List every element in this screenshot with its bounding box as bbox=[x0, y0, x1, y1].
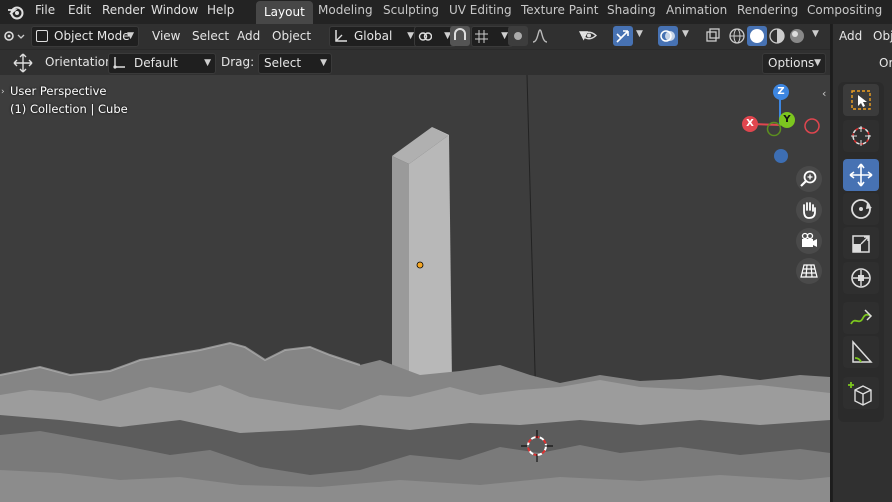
pivot-icon bbox=[418, 30, 433, 43]
xray-toggle-icon[interactable] bbox=[703, 26, 723, 46]
menu-file[interactable]: File bbox=[35, 3, 55, 17]
chevron-right-icon[interactable]: › bbox=[1, 87, 5, 97]
solid-shading-icon[interactable] bbox=[747, 26, 767, 46]
gizmo-toggle-icon[interactable] bbox=[613, 26, 633, 46]
perspective-grid-icon[interactable] bbox=[796, 258, 822, 284]
orientation-label: Global bbox=[354, 29, 393, 43]
menu-view[interactable]: View bbox=[152, 27, 180, 46]
overlays-toggle-icon[interactable] bbox=[658, 26, 678, 46]
chevron-down-icon: ▼ bbox=[320, 58, 327, 68]
viewport-header: Object Mode ▼ View Select Add Object Glo… bbox=[0, 24, 830, 49]
add-cube-tool-icon[interactable] bbox=[843, 377, 879, 409]
menu-select[interactable]: Select bbox=[192, 27, 229, 46]
top-menu-bar: File Edit Render Window Help Layout Mode… bbox=[0, 0, 892, 24]
measure-tool-icon[interactable] bbox=[843, 336, 879, 368]
options-label: Options bbox=[768, 56, 815, 70]
gizmo-y-axis[interactable]: Y bbox=[779, 112, 795, 128]
transform-tool-icon[interactable] bbox=[843, 262, 879, 294]
perspective-label: User Perspective bbox=[10, 84, 107, 98]
rendered-shading-icon[interactable] bbox=[787, 26, 807, 46]
scale-tool-icon[interactable] bbox=[843, 227, 879, 259]
zoom-icon[interactable] bbox=[796, 166, 822, 192]
menu-add-secondary[interactable]: Add bbox=[839, 29, 862, 43]
blender-logo-icon[interactable] bbox=[7, 3, 25, 21]
cube-object bbox=[392, 127, 452, 395]
snap-target-dropdown[interactable]: ▼ bbox=[471, 26, 513, 47]
menu-edit[interactable]: Edit bbox=[68, 3, 91, 17]
chevron-down-icon: ▼ bbox=[204, 58, 211, 68]
menu-help[interactable]: Help bbox=[207, 3, 234, 17]
menu-window[interactable]: Window bbox=[151, 3, 198, 17]
orientation-short-label: Ori bbox=[879, 56, 892, 70]
object-origin bbox=[416, 261, 424, 269]
chevron-down-icon: ▼ bbox=[407, 31, 414, 41]
tab-animation[interactable]: Animation bbox=[666, 3, 727, 17]
camera-view-icon[interactable] bbox=[796, 228, 822, 254]
tab-modeling[interactable]: Modeling bbox=[318, 3, 373, 17]
rotate-tool-icon[interactable] bbox=[843, 193, 879, 225]
tab-uv-editing[interactable]: UV Editing bbox=[449, 3, 512, 17]
tab-compositing[interactable]: Compositing bbox=[807, 3, 882, 17]
object-mode-icon bbox=[36, 30, 48, 42]
mode-label: Object Mode bbox=[54, 29, 130, 43]
orientation-axes-icon bbox=[333, 29, 348, 44]
visibility-dropdown[interactable]: ▼ bbox=[579, 26, 609, 45]
pan-hand-icon[interactable] bbox=[796, 197, 822, 223]
eye-icon bbox=[580, 29, 598, 42]
menu-add[interactable]: Add bbox=[237, 27, 260, 46]
chevron-down-icon[interactable]: ▼ bbox=[636, 29, 643, 39]
cursor-tool-icon[interactable] bbox=[843, 120, 879, 152]
toolbar bbox=[838, 82, 884, 422]
chevron-down-icon[interactable]: ▼ bbox=[812, 29, 819, 39]
drag-field-label: Drag: bbox=[221, 55, 255, 69]
select-box-tool-icon[interactable] bbox=[843, 84, 879, 116]
editor-type-icon[interactable] bbox=[2, 27, 26, 46]
drag-dropdown[interactable]: Select Box ▼ bbox=[258, 53, 332, 89]
orientation-field-label: Orientation: bbox=[45, 55, 117, 69]
tab-shading[interactable]: Shading bbox=[607, 3, 656, 17]
orientation-value: Default bbox=[134, 56, 178, 70]
proportional-editing-icon[interactable] bbox=[508, 26, 528, 46]
tab-texture-paint[interactable]: Texture Paint bbox=[521, 3, 598, 17]
tool-settings-bar: Orientation: Default ▼ Drag: Select Box … bbox=[0, 49, 830, 89]
chevron-down-icon[interactable]: ▼ bbox=[682, 29, 689, 39]
falloff-curve-icon[interactable] bbox=[530, 26, 550, 46]
3d-viewport[interactable]: User Perspective (1) Collection | Cube ›… bbox=[0, 75, 830, 502]
gizmo-z-axis[interactable]: Z bbox=[773, 84, 789, 100]
move-tool-button-icon[interactable] bbox=[843, 159, 879, 191]
annotate-tool-icon[interactable] bbox=[843, 302, 879, 334]
chevron-down-icon: ▼ bbox=[501, 31, 508, 41]
chevron-down-icon: ▼ bbox=[127, 31, 134, 41]
tab-sculpting[interactable]: Sculpting bbox=[383, 3, 439, 17]
context-label: (1) Collection | Cube bbox=[10, 102, 128, 116]
menu-object[interactable]: Object bbox=[272, 27, 311, 46]
transform-orientation-dropdown[interactable]: Global ▼ bbox=[329, 26, 419, 47]
options-dropdown[interactable]: Options ▼ bbox=[762, 53, 826, 74]
tab-rendering[interactable]: Rendering bbox=[737, 3, 798, 17]
viewport-scene bbox=[0, 75, 830, 502]
snap-toggle-icon[interactable] bbox=[450, 26, 470, 46]
orientation-dropdown[interactable]: Default ▼ bbox=[108, 53, 216, 74]
orientation-default-icon bbox=[112, 56, 126, 70]
snap-grid-icon bbox=[475, 30, 488, 43]
wireframe-shading-icon[interactable] bbox=[727, 26, 747, 46]
material-preview-icon[interactable] bbox=[767, 26, 787, 46]
menu-render[interactable]: Render bbox=[102, 3, 145, 17]
gizmo-x-axis[interactable]: X bbox=[742, 116, 758, 132]
tab-layout[interactable]: Layout bbox=[256, 1, 313, 24]
mode-dropdown[interactable]: Object Mode ▼ bbox=[31, 26, 139, 47]
chevron-down-icon: ▼ bbox=[814, 58, 821, 68]
menu-object-secondary[interactable]: Obj bbox=[873, 29, 892, 43]
move-tool-icon bbox=[13, 53, 33, 73]
